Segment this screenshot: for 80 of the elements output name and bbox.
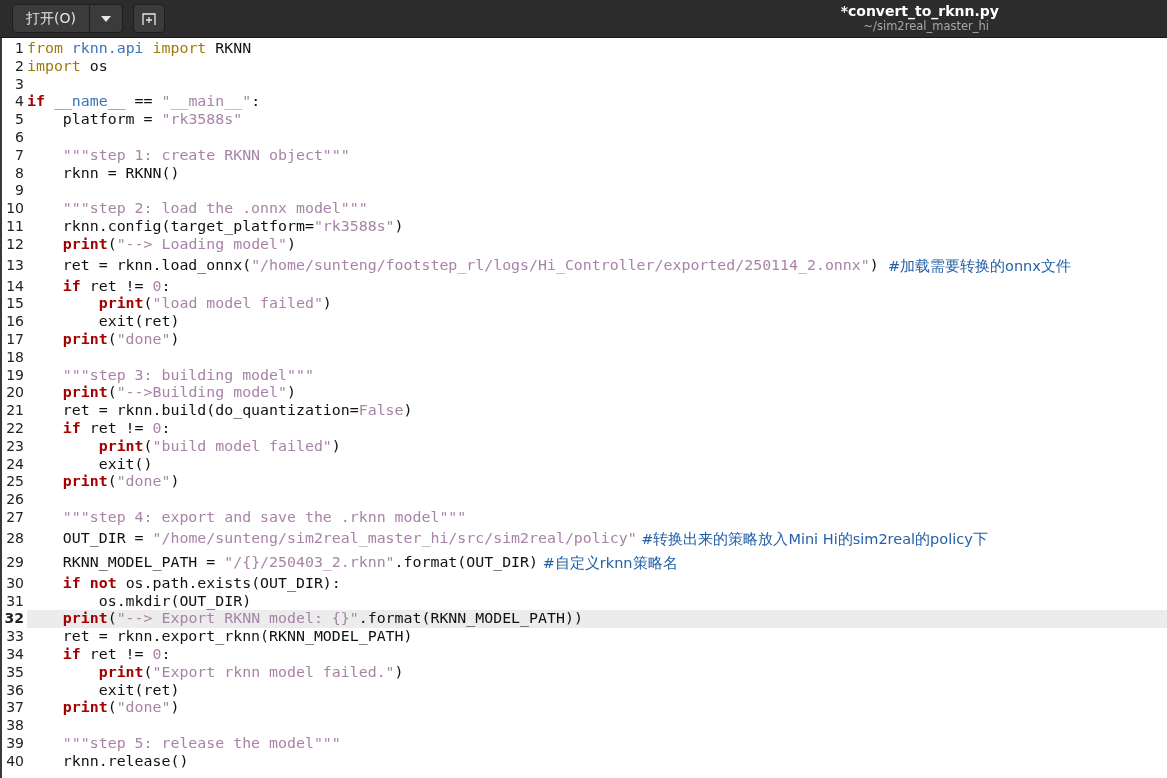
line-number: 37 (5, 699, 25, 718)
code-line: if not os.path.exists(OUT_DIR): (61, 574, 342, 593)
file-path: ~/sim2real_master_hi (863, 19, 989, 33)
line-number: 29 (5, 552, 25, 572)
code-line: print("done") (61, 330, 181, 349)
code-line: print("-->Building model") (61, 384, 297, 403)
line-number: 22 (5, 419, 25, 438)
line-number: 34 (5, 645, 25, 664)
new-document-icon (141, 11, 156, 26)
line-number: 10 (5, 200, 25, 218)
code-line: if __name__ == "__main__": (27, 93, 262, 112)
line-number: 13 (5, 255, 25, 275)
new-document-button[interactable] (132, 4, 165, 33)
line-number: 33 (5, 628, 25, 646)
line-number: 38 (5, 717, 25, 735)
line-number: 12 (5, 235, 25, 254)
open-button[interactable]: 打开(O) (12, 4, 90, 33)
line-number: 31 (5, 592, 25, 611)
line-number: 25 (5, 473, 25, 492)
code-line: ret = rknn.load_onnx("/home/sunteng/footstep_rl/logs/Hi_Controller/exported/250114_2.onnx") #加载需要转换的onnx文件 (61, 254, 1072, 276)
line-number: 17 (5, 330, 25, 349)
line-number: 14 (5, 277, 25, 296)
code-line: if ret != 0: (61, 419, 171, 438)
code-line: import os (27, 57, 109, 76)
code-line: rknn = RKNN() (61, 164, 181, 183)
caret-down-icon (100, 15, 111, 22)
line-number: 32 (3, 610, 25, 629)
line-number: 21 (5, 402, 25, 420)
line-number: 9 (14, 182, 25, 201)
line-number: 8 (14, 164, 25, 183)
line-number: 36 (5, 681, 25, 700)
code-line: exit() (97, 455, 154, 474)
line-number: 24 (5, 455, 25, 474)
code-line: RKNN_MODEL_PATH = "/{}/250403_2.rknn".format(OUT_DIR) #自定义rknn策略名 (61, 551, 679, 573)
code-line: """step 4: export and save the .rknn model""" (61, 508, 468, 527)
line-number: 4 (14, 93, 25, 112)
code-line: """step 1: create RKNN object""" (61, 146, 351, 165)
code-line: print("--> Loading model") (61, 235, 296, 254)
line-number: 15 (5, 295, 25, 314)
code-line: os.mkdir(OUT_DIR) (97, 592, 252, 611)
line-number: 26 (5, 491, 25, 509)
code-line: """step 2: load the .onnx model""" (61, 200, 369, 218)
code-line: ret = rknn.export_rknn(RKNN_MODEL_PATH) (61, 628, 414, 646)
code-line: """step 3: building model""" (61, 366, 315, 385)
code-line: rknn.config(target_platform="rk3588s") (61, 217, 405, 236)
code-line: print("done") (61, 473, 181, 492)
line-number: 40 (5, 752, 25, 771)
code-line: from rknn.api import RKNN (27, 40, 253, 58)
line-number: 11 (5, 217, 25, 236)
line-number: 5 (14, 111, 25, 129)
code-line: print("load model failed") (97, 295, 333, 314)
line-number: 16 (5, 313, 25, 331)
line-number: 2 (14, 57, 25, 76)
code-line: OUT_DIR = "/home/sunteng/sim2real_master_hi/src/sim2real/policy" #转换出来的策略放入Mini Hi的sim2real的policy下 (61, 527, 989, 549)
window-title: *convert_to_rknn.py (840, 4, 999, 20)
code-line: exit(ret) (97, 681, 181, 700)
code-line: """step 5: release the model""" (61, 734, 342, 753)
line-number: 18 (5, 348, 25, 367)
line-number: 7 (14, 146, 25, 165)
line-number: 20 (5, 384, 25, 403)
line-number: 3 (14, 75, 25, 94)
code-line: if ret != 0: (61, 277, 172, 296)
code-line: print("build model failed") (97, 437, 342, 456)
line-number: 28 (5, 528, 25, 548)
line-number: 35 (5, 663, 25, 682)
line-number: 6 (14, 129, 25, 147)
code-line: if ret != 0: (61, 645, 171, 664)
code-line: rknn.release() (61, 752, 190, 771)
line-number: 27 (5, 508, 25, 527)
line-number: 19 (5, 366, 25, 385)
code-line: platform = "rk3588s" (61, 111, 244, 129)
line-number: 23 (5, 437, 25, 456)
code-line: print("done") (61, 699, 181, 718)
line-number: 39 (5, 734, 25, 753)
code-line: exit(ret) (97, 313, 181, 331)
dropdown-button[interactable] (88, 4, 123, 33)
code-line: print("Export rknn model failed.") (97, 663, 405, 682)
line-number: 1 (14, 40, 25, 58)
code-line: ret = rknn.build(do_quantization=False) (61, 402, 414, 420)
line-number: 30 (5, 574, 25, 593)
